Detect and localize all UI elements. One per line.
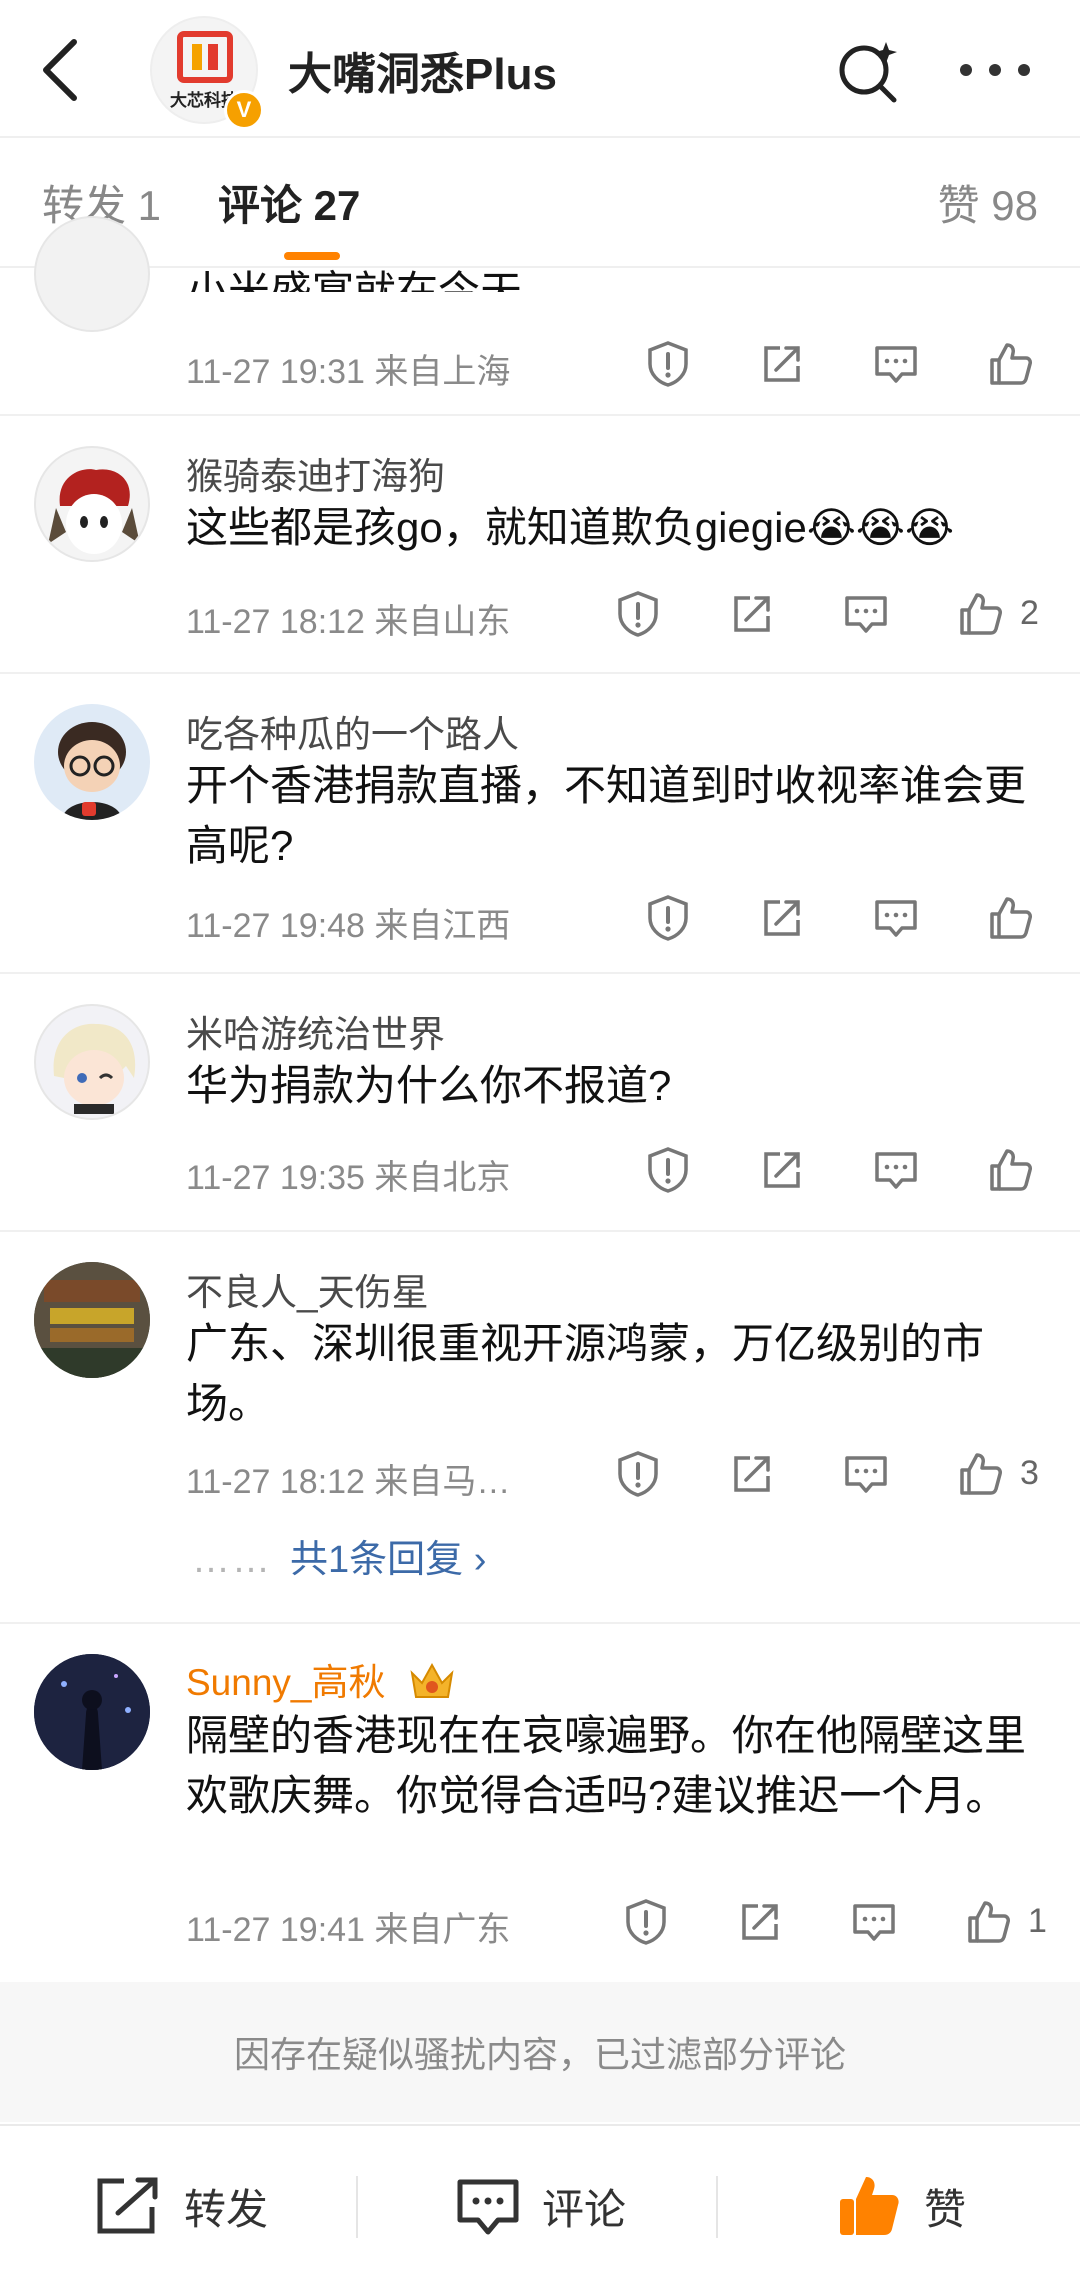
avatar[interactable] (34, 216, 150, 332)
username[interactable]: 米哈游统治世界 (186, 1004, 445, 1058)
like-icon[interactable] (986, 894, 1034, 942)
comment-item: Sunny_高秋 隔壁的香港现在在哀嚎遍野。你在他隔壁这里欢歌庆舞。你觉得合适吗… (0, 1624, 1080, 1982)
comment-meta: 11-27 19:48 来自江西 (186, 907, 511, 945)
reply-icon[interactable] (872, 894, 920, 942)
share-icon[interactable] (728, 1450, 776, 1498)
more-options-button[interactable] (960, 50, 1030, 90)
like-icon[interactable] (986, 340, 1034, 388)
comment-item: 小米盛宴就在今天 11-27 19:31 来自上海 (0, 216, 1080, 416)
comment-button[interactable]: 评论 (456, 2166, 626, 2246)
divider (356, 2176, 358, 2238)
avatar[interactable] (34, 446, 150, 562)
brand-logo-icon (177, 31, 233, 83)
report-icon[interactable] (644, 1146, 692, 1194)
avatar-cat-image (48, 469, 140, 554)
repost-icon (97, 2177, 158, 2234)
report-icon[interactable] (614, 590, 662, 638)
back-button[interactable] (30, 30, 90, 110)
like-icon[interactable] (986, 1146, 1034, 1194)
like-icon[interactable] (964, 1898, 1012, 1946)
comment-item: 米哈游统治世界 华为捐款为什么你不报道? 11-27 19:35 来自北京 (0, 974, 1080, 1232)
comment-text: 隔壁的香港现在在哀嚎遍野。你在他隔壁这里欢歌庆舞。你觉得合适吗?建议推迟一个月。 (186, 1712, 1027, 1819)
report-icon[interactable] (614, 1450, 662, 1498)
comment-item: 不良人_天伤星 广东、深圳很重视开源鸿蒙，万亿级别的市场。 11-27 18:1… (0, 1232, 1080, 1624)
share-icon[interactable] (758, 1146, 806, 1194)
replies-label: 共1条回复 › (290, 1539, 487, 1581)
comment-text: 开个香港捐款直播，不知道到时收视率谁会更高呢? (186, 762, 1027, 869)
username[interactable]: 猴骑泰迪打海狗 (186, 446, 445, 500)
view-replies-link[interactable]: …… 共1条回复 › (192, 1528, 486, 1583)
comment-meta: 11-27 18:12 来自马… (186, 1463, 511, 1501)
verified-badge: V (224, 90, 264, 130)
tab-bar: 转发 1 评论 27 赞 98 (0, 140, 1080, 268)
like-icon[interactable] (956, 590, 1004, 638)
report-icon[interactable] (644, 340, 692, 388)
reply-icon[interactable] (872, 1146, 920, 1194)
share-icon[interactable] (758, 894, 806, 942)
search-button[interactable] (834, 36, 904, 106)
avatar[interactable] (34, 704, 150, 820)
comment-text: 这些都是孩go，就知道欺负giegie😭😭😭 (186, 504, 955, 551)
share-icon[interactable] (728, 590, 776, 638)
share-icon[interactable] (736, 1898, 784, 1946)
crown-badge-icon (410, 1662, 454, 1698)
active-tab-indicator (284, 252, 340, 260)
like-filled-icon (840, 2177, 899, 2235)
reply-icon[interactable] (842, 590, 890, 638)
username[interactable]: Sunny_高秋 (186, 1652, 458, 1706)
search-icon (839, 42, 897, 103)
avatar-character-image (58, 722, 126, 820)
divider (716, 2176, 718, 2238)
avatar[interactable] (34, 1262, 150, 1378)
avatar-night-image (34, 1654, 150, 1770)
more-dot (960, 64, 972, 76)
report-icon[interactable] (622, 1898, 670, 1946)
comment-label: 评论 (542, 2185, 627, 2233)
reply-icon[interactable] (842, 1450, 890, 1498)
avatar-anime-image (53, 1023, 136, 1114)
like-count: 3 (1020, 1454, 1039, 1492)
username[interactable]: 吃各种瓜的一个路人 (186, 704, 519, 758)
comment-item: 猴骑泰迪打海狗 这些都是孩go，就知道欺负giegie😭😭😭 11-27 18:… (0, 416, 1080, 674)
top-bar: 大芯科技 V 大嘴洞悉Plus (0, 0, 1080, 138)
avatar[interactable] (34, 1654, 150, 1770)
username-text: Sunny_高秋 (186, 1662, 386, 1703)
like-icon[interactable] (956, 1450, 1004, 1498)
filter-notice: 因存在疑似骚扰内容，已过滤部分评论 (0, 1982, 1080, 2122)
reply-icon[interactable] (850, 1898, 898, 1946)
share-icon[interactable] (758, 340, 806, 388)
comment-meta: 11-27 19:41 来自广东 (186, 1911, 511, 1949)
username[interactable]: 不良人_天伤星 (186, 1262, 429, 1316)
like-count: 2 (1020, 594, 1039, 632)
comment-text: 小米盛宴就在今天 (186, 268, 523, 292)
comment-meta: 11-27 18:12 来自山东 (186, 603, 511, 641)
avatar[interactable] (34, 1004, 150, 1120)
comment-text: 广东、深圳很重视开源鸿蒙，万亿级别的市场。 (186, 1320, 985, 1427)
tab-comments[interactable]: 评论 27 (218, 172, 360, 233)
replies-dots: …… (192, 1539, 272, 1581)
reply-icon[interactable] (872, 340, 920, 388)
tab-likes[interactable]: 赞 98 (938, 172, 1038, 233)
bottom-action-bar: 转发 评论 赞 (0, 2124, 1080, 2291)
report-icon[interactable] (644, 894, 692, 942)
repost-label: 转发 (184, 2185, 269, 2233)
chevron-left-icon (43, 39, 77, 101)
like-label: 赞 (924, 2185, 967, 2233)
avatar-street-image (34, 1262, 150, 1378)
like-button[interactable]: 赞 (836, 2166, 966, 2246)
like-count: 1 (1028, 1902, 1047, 1940)
more-dot (989, 64, 1001, 76)
comment-meta: 11-27 19:35 来自北京 (186, 1159, 511, 1197)
repost-button[interactable]: 转发 (94, 2166, 268, 2246)
account-name[interactable]: 大嘴洞悉Plus (288, 38, 557, 102)
comment-item: 吃各种瓜的一个路人 开个香港捐款直播，不知道到时收视率谁会更高呢? 11-27 … (0, 674, 1080, 974)
more-dot (1018, 64, 1030, 76)
comment-meta: 11-27 19:31 来自上海 (186, 353, 511, 391)
comment-icon (457, 2179, 519, 2235)
comment-text: 华为捐款为什么你不报道? (186, 1062, 672, 1109)
